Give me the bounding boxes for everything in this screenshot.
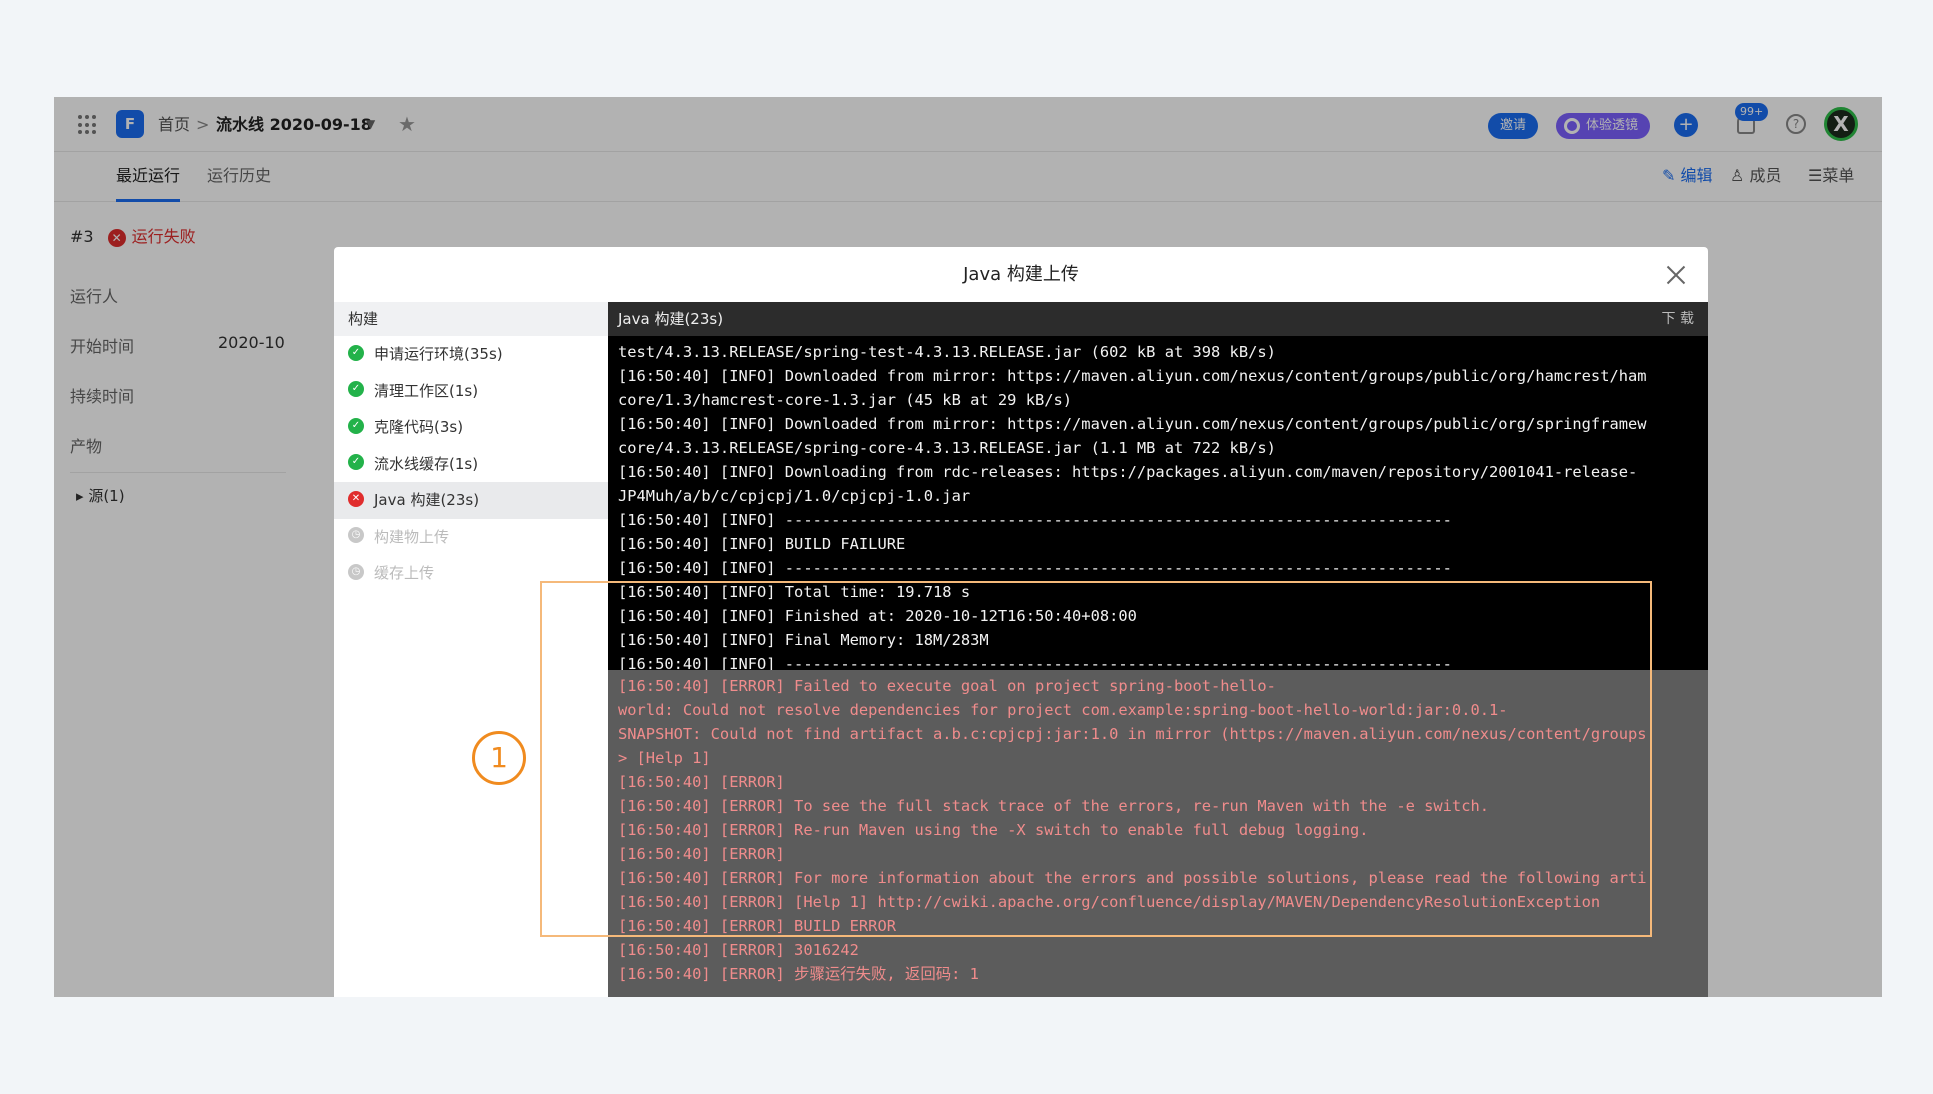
step-label: 克隆代码(3s) bbox=[374, 418, 464, 436]
step-item[interactable]: ✓ 清理工作区(1s) bbox=[334, 373, 608, 410]
check-icon: ✓ bbox=[348, 417, 364, 434]
close-icon[interactable] bbox=[1666, 265, 1686, 285]
step-item[interactable]: ✕ Java 构建(23s) bbox=[334, 482, 608, 519]
clock-icon: ◷ bbox=[348, 563, 364, 580]
step-label: 流水线缓存(1s) bbox=[374, 454, 479, 473]
clock-icon: ◷ bbox=[348, 527, 364, 543]
log-title: Java 构建(23s) bbox=[618, 310, 724, 328]
step-label: Java 构建(23s) bbox=[374, 491, 480, 509]
download-button[interactable]: 下 载 bbox=[1662, 302, 1694, 336]
step-label: 清理工作区(1s) bbox=[374, 381, 479, 400]
step-label: 缓存上传 bbox=[374, 564, 435, 582]
check-icon: ✓ bbox=[348, 454, 364, 470]
check-icon: ✓ bbox=[348, 381, 364, 397]
log-header: Java 构建(23s) 下 载 bbox=[608, 302, 1708, 336]
error-highlight-frame bbox=[540, 581, 1652, 937]
steps-header: 构建 bbox=[334, 302, 608, 336]
step-item[interactable]: ✓ 流水线缓存(1s) bbox=[334, 446, 608, 483]
step-item[interactable]: ✓ 申请运行环境(35s) bbox=[334, 336, 608, 373]
step-item[interactable]: ◷ 构建物上传 bbox=[334, 519, 608, 556]
error-icon: ✕ bbox=[348, 490, 364, 507]
check-icon: ✓ bbox=[348, 344, 364, 361]
modal-title: Java 构建上传 bbox=[963, 264, 1079, 285]
step-item[interactable]: ✓ 克隆代码(3s) bbox=[334, 409, 608, 446]
step-label: 申请运行环境(35s) bbox=[374, 345, 503, 363]
step-list: ✓ 申请运行环境(35s) ✓ 清理工作区(1s) ✓ 克隆代码(3s) ✓ 流水线缓存(1s… bbox=[334, 336, 608, 592]
step-label: 构建物上传 bbox=[374, 527, 450, 546]
callout-marker: 1 bbox=[472, 731, 526, 785]
